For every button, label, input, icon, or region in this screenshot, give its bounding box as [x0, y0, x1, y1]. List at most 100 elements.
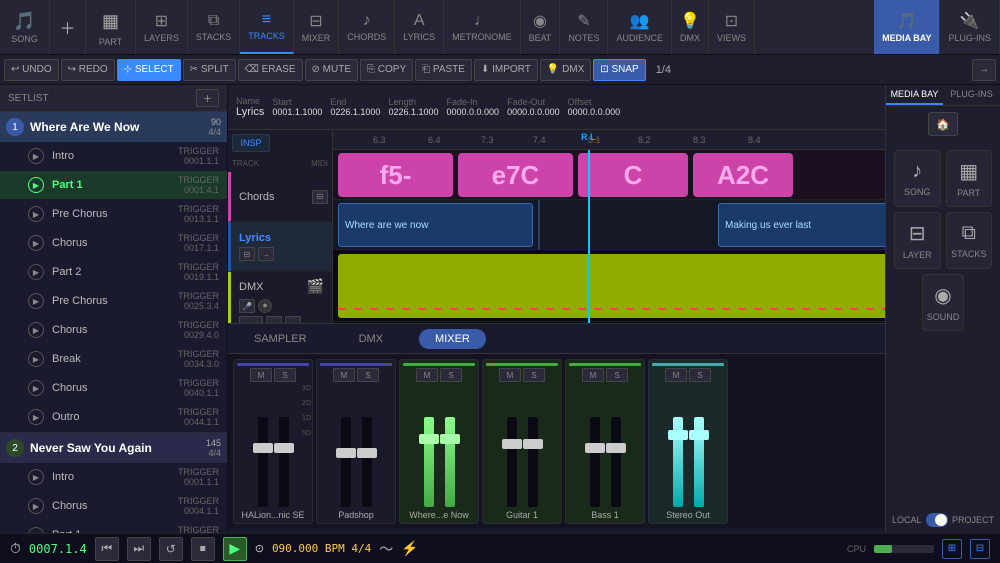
halion-m-btn[interactable]: M: [250, 368, 272, 382]
add-song-btn[interactable]: ＋: [54, 13, 82, 41]
padshop-fader[interactable]: [336, 448, 356, 458]
stereo-fader[interactable]: [668, 430, 688, 440]
transport-play-btn[interactable]: ▶: [223, 537, 247, 561]
part-intro-1[interactable]: ▶ Intro TRIGGER0001.1.1: [0, 142, 227, 171]
import-btn[interactable]: ⬇ IMPORT: [474, 59, 538, 81]
dmx-block-btn[interactable]: ▬: [239, 316, 263, 323]
part-chorus-2[interactable]: ▶ Chorus TRIGGER0029.4.0: [0, 316, 227, 345]
guitar1-fader2[interactable]: [523, 439, 543, 449]
tab-views[interactable]: ⊡ VIEWS: [709, 0, 755, 54]
where-m-btn[interactable]: M: [416, 368, 438, 382]
padshop-fader2[interactable]: [357, 448, 377, 458]
select-btn[interactable]: ⊹ SELECT: [117, 59, 181, 81]
tab-chords[interactable]: ♪ CHORDS: [339, 0, 395, 54]
rp-sound-item[interactable]: ◉ SOUND: [922, 274, 965, 331]
chords-track-icon[interactable]: ⊟: [312, 190, 328, 204]
part-prechorus-1[interactable]: ▶ Pre Chorus TRIGGER0013.1.1: [0, 200, 227, 229]
padshop-s-btn[interactable]: S: [357, 368, 379, 382]
song-1-header[interactable]: 1 Where Are We Now 90 4/4: [0, 112, 227, 142]
transport-next-btn[interactable]: ⏭: [127, 537, 151, 561]
part-chorus-s2[interactable]: ▶ Chorus TRIGGER0004.1.1: [0, 492, 227, 521]
media-bay-rp-tab[interactable]: MEDIA BAY: [886, 85, 943, 105]
dmx-rec-btn[interactable]: ⏺: [258, 299, 272, 313]
song-2-header[interactable]: 2 Never Saw You Again 145 4/4: [0, 433, 227, 463]
part-intro-2[interactable]: ▶ Intro TRIGGER0001.1.1: [0, 463, 227, 492]
where-fader2[interactable]: [440, 434, 460, 444]
plug-ins-rp-tab[interactable]: PLUG-INS: [943, 85, 1000, 105]
rp-home-btn[interactable]: 🏠: [928, 112, 958, 136]
part-break[interactable]: ▶ Break TRIGGER0034.3.0: [0, 345, 227, 374]
tab-metronome[interactable]: ♩ METRONOME: [444, 0, 521, 54]
transport-loop-btn[interactable]: ↺: [159, 537, 183, 561]
paste-btn[interactable]: ⎗ PASTE: [415, 59, 472, 81]
plug-ins-tab[interactable]: 🔌 PLUG-INS: [940, 0, 1000, 54]
mixer-tab[interactable]: MIXER: [419, 329, 486, 349]
media-bay-tab[interactable]: 🎵 MEDIA BAY: [874, 0, 940, 54]
where-fader[interactable]: [419, 434, 439, 444]
tab-tracks[interactable]: ≡ TRACKS: [240, 0, 294, 54]
guitar1-m-btn[interactable]: M: [499, 368, 521, 382]
part-part1[interactable]: ▶ Part 1 TRIGGER0001.4.1: [0, 171, 227, 200]
part-part1-s2[interactable]: ▶ Part 1 TRIGGER0008.1.1: [0, 521, 227, 533]
stereo-fader2[interactable]: [689, 430, 709, 440]
lyrics-ctrl-1[interactable]: ⊟: [239, 247, 255, 261]
mute-btn[interactable]: ⊘ MUTE: [305, 59, 359, 81]
stereo-s-btn[interactable]: S: [689, 368, 711, 382]
bass1-s-btn[interactable]: S: [606, 368, 628, 382]
tab-stacks[interactable]: ⧉ STACKS: [188, 0, 240, 54]
tab-mixer[interactable]: ⊟ MIXER: [294, 0, 340, 54]
song-btn[interactable]: 🎵: [13, 11, 35, 32]
halion-s-btn[interactable]: S: [274, 368, 296, 382]
rp-song-item[interactable]: ♪ SONG: [894, 150, 941, 207]
local-project-toggle[interactable]: [926, 513, 948, 527]
part-chorus-3[interactable]: ▶ Chorus TRIGGER0040.1.1: [0, 374, 227, 403]
dmx-mic-btn[interactable]: 🎤: [239, 299, 255, 313]
stereo-m-btn[interactable]: M: [665, 368, 687, 382]
lyrics-ctrl-2[interactable]: →: [258, 247, 274, 261]
part-prechorus-2[interactable]: ▶ Pre Chorus TRIGGER0025.3.4: [0, 287, 227, 316]
chord-block-2[interactable]: e7C: [458, 153, 573, 197]
dmx-arrow-btn[interactable]: →: [285, 316, 301, 323]
tab-layers[interactable]: ⊞ LAYERS: [136, 0, 188, 54]
guitar1-s-btn[interactable]: S: [523, 368, 545, 382]
arrow-right-btn[interactable]: →: [972, 59, 996, 81]
copy-btn[interactable]: ⎘ COPY: [360, 59, 413, 81]
transport-prev-btn[interactable]: ⏮: [95, 537, 119, 561]
corner-btn-1[interactable]: ⊞: [942, 539, 962, 559]
redo-btn[interactable]: ↪ REDO: [61, 59, 115, 81]
guitar1-fader[interactable]: [502, 439, 522, 449]
halion-fader2[interactable]: [274, 443, 294, 453]
tab-beat[interactable]: ◉ BEAT: [521, 0, 561, 54]
dmx-btn[interactable]: 💡 DMX: [540, 59, 591, 81]
where-s-btn[interactable]: S: [440, 368, 462, 382]
chord-block-1[interactable]: f5-: [338, 153, 453, 197]
part-outro[interactable]: ▶ Outro TRIGGER0044.1.1: [0, 403, 227, 432]
rp-stacks-item[interactable]: ⧉ STACKS: [946, 212, 993, 269]
padshop-m-btn[interactable]: M: [333, 368, 355, 382]
bass1-m-btn[interactable]: M: [582, 368, 604, 382]
insp-btn[interactable]: INSP: [232, 134, 270, 152]
split-btn[interactable]: ✂ SPLIT: [183, 59, 236, 81]
transport-stop-btn[interactable]: ⏹: [191, 537, 215, 561]
bass1-fader[interactable]: [585, 443, 605, 453]
halion-fader[interactable]: [253, 443, 273, 453]
chord-block-3[interactable]: C: [578, 153, 688, 197]
chord-block-4[interactable]: A2C: [693, 153, 793, 197]
rp-part-item[interactable]: ▦ PART: [946, 150, 993, 207]
undo-btn[interactable]: ↩ UNDO: [4, 59, 59, 81]
rp-layer-item[interactable]: ⊟ LAYER: [894, 212, 941, 269]
bass1-fader2[interactable]: [606, 443, 626, 453]
tab-lyrics[interactable]: A LYRICS: [395, 0, 444, 54]
part-part2[interactable]: ▶ Part 2 TRIGGER0019.1.1: [0, 258, 227, 287]
tab-dmx[interactable]: 💡 DMX: [672, 0, 709, 54]
part-chorus-1[interactable]: ▶ Chorus TRIGGER0017.1.1: [0, 229, 227, 258]
tab-audience[interactable]: 👥 AUDIENCE: [608, 0, 672, 54]
add-setlist-btn[interactable]: ＋: [196, 89, 219, 107]
dmx-block2-btn[interactable]: ▬: [266, 316, 282, 323]
lyrics-block-2[interactable]: Making us ever last: [718, 203, 885, 247]
dmx-block[interactable]: [338, 254, 885, 318]
corner-btn-2[interactable]: ⊟: [970, 539, 990, 559]
tab-notes[interactable]: ✎ NOTES: [560, 0, 608, 54]
snap-btn[interactable]: ⊡ SNAP: [593, 59, 645, 81]
lyrics-block-1[interactable]: Where are we now: [338, 203, 533, 247]
